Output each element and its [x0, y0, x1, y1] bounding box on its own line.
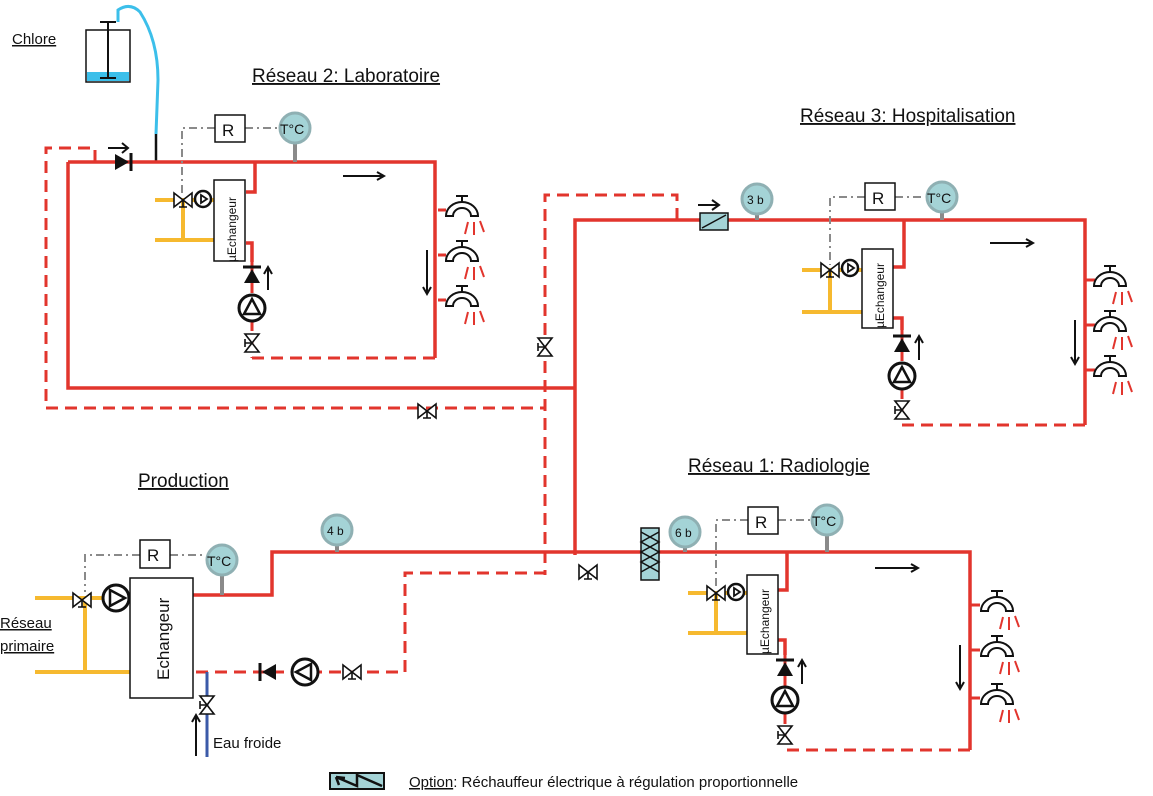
flow-arrow-icon [191, 712, 201, 756]
micro-exchanger-label: µEchangeur [225, 197, 239, 262]
tap-icon [1093, 310, 1133, 351]
micro-exchanger-label: µEchangeur [873, 263, 887, 328]
production-title: Production [138, 471, 229, 492]
regulator-label: R [222, 121, 234, 140]
gauge-label: 4 b [327, 524, 344, 538]
flow-arrow-icon [990, 238, 1036, 248]
valve-icon [777, 725, 793, 745]
flow-arrow-icon [263, 264, 273, 290]
thermometer-label: T°C [207, 553, 231, 569]
flow-arrow-icon [875, 563, 921, 573]
valve-icon [578, 564, 598, 580]
three-way-valve-icon [72, 592, 92, 608]
pump-icon [101, 583, 131, 613]
tap-icon [445, 285, 485, 326]
flow-arrow-icon [698, 199, 721, 211]
reseau2-network [44, 127, 575, 410]
electric-heater-vertical-icon [639, 527, 661, 581]
tap-icon [445, 240, 485, 281]
circulation-pump-icon [237, 293, 267, 323]
reseau-primaire-label-1: Réseau [0, 615, 52, 632]
gauge-label: 6 b [675, 526, 692, 540]
legend-heater-icon [329, 772, 385, 790]
chlorine-tank [85, 5, 160, 162]
tap-icon [1093, 355, 1133, 396]
valve-icon [894, 400, 910, 420]
valve-icon [199, 695, 215, 715]
three-way-valve-icon [706, 585, 726, 601]
exchanger-label: Echangeur [154, 597, 173, 680]
legend-option: Option [409, 774, 453, 791]
check-valve-icon [258, 661, 278, 683]
pump-icon [726, 582, 746, 602]
legend-text: Option: Réchauffeur électrique à régulat… [409, 774, 798, 791]
tap-icon [445, 195, 485, 236]
flow-arrow-icon [108, 142, 130, 154]
reseau1-network [688, 519, 980, 750]
gauge-label: 3 b [747, 193, 764, 207]
check-valve-icon [113, 151, 133, 173]
circulation-pump-icon [290, 657, 320, 687]
valve-icon [244, 333, 260, 353]
circulation-pump-icon [887, 361, 917, 391]
pump-icon [840, 258, 860, 278]
valve-icon [417, 403, 437, 419]
chlore-label: Chlore [12, 31, 56, 48]
tap-icon [1093, 265, 1133, 306]
pump-icon [193, 189, 213, 209]
micro-exchanger-label: µEchangeur [758, 589, 772, 654]
valve-icon [342, 664, 362, 680]
flow-arrow-icon [955, 645, 965, 692]
flow-arrow-icon [343, 171, 387, 181]
tap-icon [980, 683, 1020, 724]
reseau3-title: Réseau 3: Hospitalisation [800, 106, 1015, 127]
thermometer-label: T°C [812, 513, 836, 529]
regulator-label: R [755, 513, 767, 532]
thermometer-label: T°C [280, 121, 304, 137]
reseau-primaire-label-2: primaire [0, 638, 54, 655]
flow-arrow-icon [797, 657, 807, 684]
valve-icon [537, 337, 553, 357]
legend-description: : Réchauffeur électrique à régulation pr… [453, 774, 798, 791]
tap-icon [980, 590, 1020, 631]
flow-arrow-icon [914, 333, 924, 360]
regulator-label: R [872, 189, 884, 208]
flow-arrow-icon [422, 250, 432, 297]
reseau2-title: Réseau 2: Laboratoire [252, 66, 440, 87]
tap-icon [980, 635, 1020, 676]
check-valve-icon [891, 334, 913, 354]
reseau1-title: Réseau 1: Radiologie [688, 456, 870, 477]
electric-heater-icon [699, 212, 729, 231]
thermometer-label: T°C [927, 190, 951, 206]
hydraulic-diagram: Chlore R T°C µEchangeur Réseau 2: Labora… [0, 5, 1133, 791]
circulation-pump-icon [770, 685, 800, 715]
check-valve-icon [774, 658, 796, 678]
three-way-valve-icon [820, 262, 840, 278]
regulator-label: R [147, 546, 159, 565]
flow-arrow-icon [1070, 320, 1080, 367]
eau-froide-label: Eau froide [213, 735, 281, 752]
check-valve-icon [241, 265, 263, 285]
three-way-valve-icon [173, 192, 193, 208]
